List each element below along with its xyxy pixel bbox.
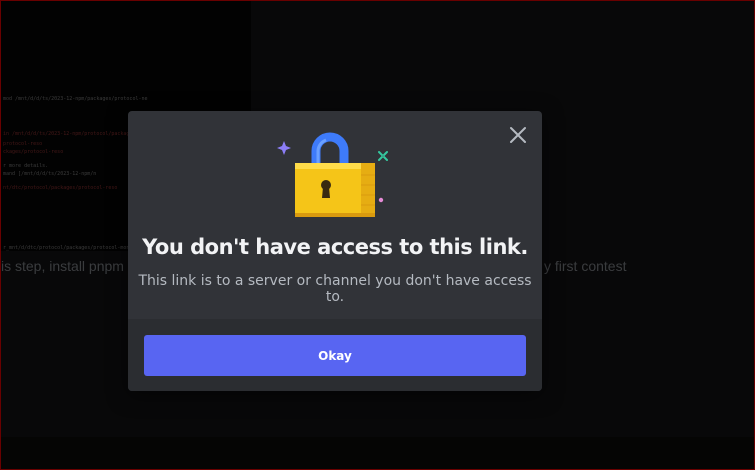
- modal-subtitle: This link is to a server or channel you …: [138, 273, 532, 305]
- modal-title: You don't have access to this link.: [142, 235, 528, 259]
- padlock-icon: [277, 132, 388, 217]
- modal-footer: Okay: [128, 319, 542, 391]
- close-button[interactable]: [508, 125, 528, 145]
- okay-button[interactable]: Okay: [144, 335, 526, 376]
- close-icon: [510, 127, 526, 143]
- access-denied-modal: You don't have access to this link. This…: [128, 111, 542, 391]
